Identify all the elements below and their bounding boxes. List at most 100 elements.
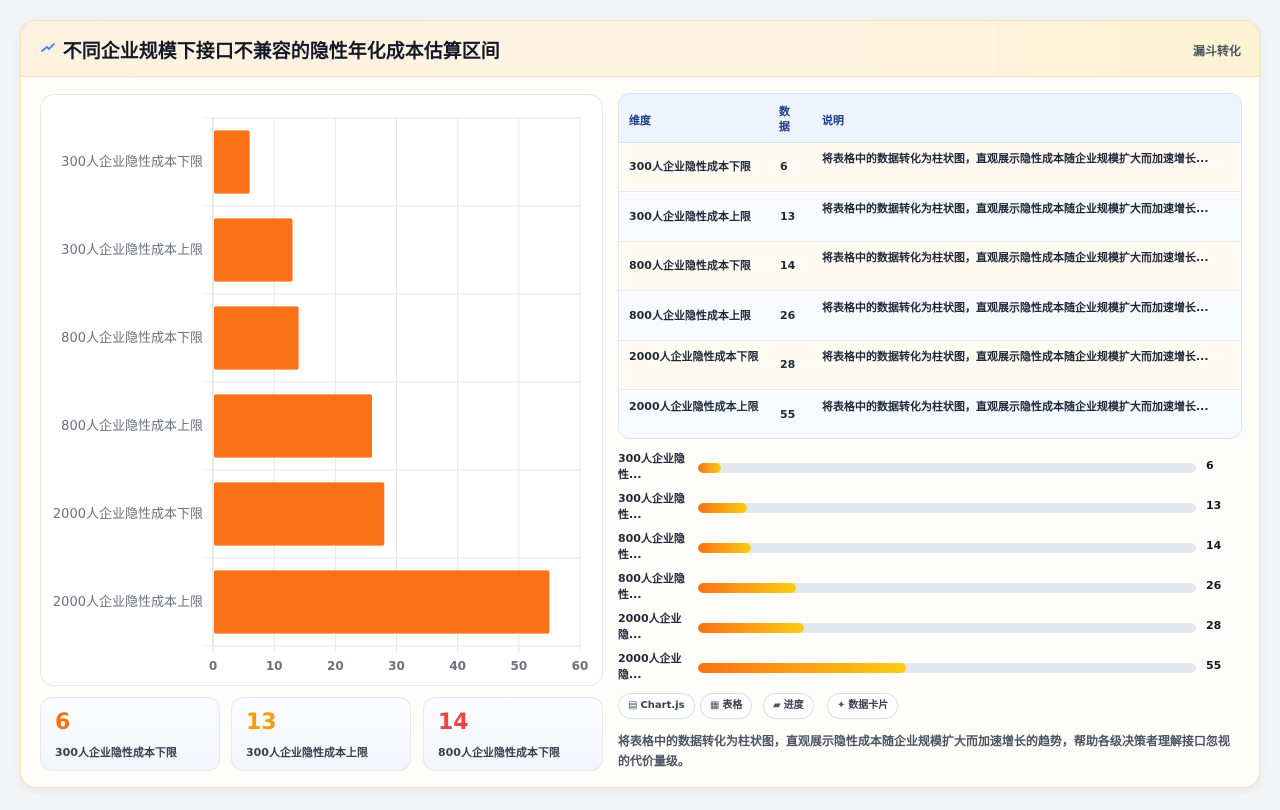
stat-card: 14 800人企业隐性成本下限 (423, 697, 603, 771)
table-cell-description: 将表格中的数据转化为柱状图，直观展示隐性成本随企业规模扩大而加速增长... (822, 350, 1209, 363)
progress-track (698, 583, 1196, 593)
chip-card[interactable]: ✦ 数据卡片 (827, 693, 899, 719)
progress-track (698, 663, 1196, 673)
progress-value: 26 (1206, 579, 1222, 592)
table-cell-data: 14 (780, 259, 796, 272)
chip-chart[interactable]: ▤ Chart.js (618, 693, 695, 719)
table-cell-dimension: 800人企业隐性成本下限 (629, 259, 751, 272)
table-cell-data: 6 (780, 160, 788, 173)
bar (214, 130, 250, 194)
stat-value: 13 (246, 710, 277, 735)
progress-value: 13 (1206, 499, 1222, 512)
progress-fill (698, 503, 748, 513)
x-tick-label: 0 (209, 659, 217, 673)
table-cell-data: 55 (780, 407, 796, 421)
table-cell-description: 将表格中的数据转化为柱状图，直观展示隐性成本随企业规模扩大而加速增长... (822, 251, 1209, 264)
table-cell-data: 26 (780, 308, 796, 322)
progress-row: 300人企业隐性... 13 (618, 491, 1238, 527)
progress-value: 55 (1206, 659, 1222, 672)
dashboard-card: 不同企业规模下接口不兼容的隐性年化成本估算区间 漏斗转化 0 10 20 30 40 50… (20, 20, 1260, 788)
progress-fill (698, 583, 797, 593)
chip-label: 数据卡片 (848, 700, 889, 711)
spark-icon (41, 43, 55, 52)
table-cell-dimension: 2000人企业隐性成本下限 (629, 350, 759, 363)
stat-value: 6 (55, 710, 71, 735)
progress-track (698, 463, 1196, 473)
table-cell-description: 将表格中的数据转化为柱状图，直观展示隐性成本随企业规模扩大而加速增长... (822, 399, 1209, 413)
table-cell-dimension: 800人企业隐性成本上限 (629, 308, 751, 322)
column-header-description: 说明 (822, 114, 844, 127)
table-row: 800人企业隐性成本下限 14 将表格中的数据转化为柱状图，直观展示隐性成本随企业规… (619, 242, 1241, 291)
x-tick-label: 20 (327, 659, 344, 673)
chip-table[interactable]: ▦ 表格 (700, 693, 753, 719)
progress-track (698, 503, 1196, 513)
table-cell-dimension: 300人企业隐性成本上限 (629, 209, 751, 223)
x-tick-label: 30 (388, 659, 405, 673)
table-icon: ▦ (710, 700, 720, 711)
table-row: 800人企业隐性成本上限 26 将表格中的数据转化为柱状图，直观展示隐性成本随企业规… (619, 291, 1241, 341)
bar (214, 482, 385, 546)
chip-progress[interactable]: ▰ 进度 (763, 693, 814, 719)
progress-row: 2000人企业隐... 28 (618, 611, 1238, 647)
table-cell-data: 28 (780, 358, 796, 371)
progress-row: 800人企业隐性... 26 (618, 571, 1238, 607)
progress-fill (698, 543, 751, 553)
chip-label: Chart.js (640, 700, 685, 711)
progress-row: 800人企业隐性... 14 (618, 531, 1238, 567)
bar-chart-svg: 0 10 20 30 40 50 60 300人企业隐性成本下限 300人企业隐性成本上限 800… (53, 117, 589, 673)
chip-label: 进度 (783, 700, 804, 711)
stat-label: 800人企业隐性成本下限 (438, 746, 560, 759)
table-cell-dimension: 2000人企业隐性成本上限 (629, 399, 759, 413)
bar (214, 306, 299, 370)
table-cell-description: 将表格中的数据转化为柱状图，直观展示隐性成本随企业规模扩大而加速增长... (822, 300, 1209, 314)
stat-value: 14 (438, 710, 469, 735)
progress-track (698, 543, 1196, 553)
data-table: 维度 数据 说明 300人企业隐性成本下限 6 将表格中的数据转化为柱状图，直观展示… (618, 93, 1242, 439)
progress-fill (698, 463, 721, 473)
y-category-label: 800人企业隐性成本上限 (61, 418, 203, 434)
header-tag: 漏斗转化 (1192, 44, 1241, 58)
bar (214, 570, 550, 634)
chip-label: 表格 (722, 700, 743, 711)
y-category-label: 300人企业隐性成本上限 (61, 242, 203, 258)
bar (214, 218, 293, 282)
card-icon: ✦ (837, 700, 846, 711)
stat-label: 300人企业隐性成本上限 (246, 746, 368, 759)
stat-card: 6 300人企业隐性成本下限 (40, 697, 220, 771)
y-category-label: 300人企业隐性成本下限 (61, 154, 203, 170)
progress-fill (698, 623, 804, 633)
table-row: 2000人企业隐性成本上限 55 将表格中的数据转化为柱状图，直观展示隐性成本随企业… (619, 390, 1241, 438)
chart-icon: ▤ (628, 700, 638, 711)
x-tick-label: 10 (266, 659, 283, 673)
table-header: 维度 数据 说明 (619, 94, 1241, 143)
progress-label: 2000人企业隐... (618, 652, 682, 681)
page-title: 不同企业规模下接口不兼容的隐性年化成本估算区间 (63, 40, 501, 62)
progress-value: 6 (1206, 459, 1214, 472)
progress-value: 14 (1206, 539, 1222, 552)
progress-row: 2000人企业隐... 55 (618, 651, 1238, 687)
bar (214, 394, 373, 458)
table-cell-dimension: 300人企业隐性成本下限 (629, 160, 751, 173)
bar-chart: 0 10 20 30 40 50 60 300人企业隐性成本下限 300人企业隐性成本上限 800… (40, 94, 603, 686)
table-row: 300人企业隐性成本下限 6 将表格中的数据转化为柱状图，直观展示隐性成本随企业规模… (619, 143, 1241, 192)
progress-row: 300人企业隐性... 6 (618, 451, 1238, 487)
progress-icon: ▰ (773, 700, 781, 711)
progress-label: 800人企业隐性... (618, 572, 685, 601)
stat-label: 300人企业隐性成本下限 (55, 746, 177, 759)
table-cell-description: 将表格中的数据转化为柱状图，直观展示隐性成本随企业规模扩大而加速增长... (822, 152, 1209, 165)
y-category-label: 800人企业隐性成本下限 (61, 330, 203, 346)
y-category-label: 2000人企业隐性成本上限 (53, 594, 203, 610)
progress-label: 2000人企业隐... (618, 612, 682, 641)
table-cell-description: 将表格中的数据转化为柱状图，直观展示隐性成本随企业规模扩大而加速增长... (822, 201, 1209, 215)
y-category-label: 2000人企业隐性成本下限 (53, 506, 203, 522)
column-header-dimension: 维度 (629, 114, 651, 127)
x-tick-label: 40 (449, 659, 466, 673)
progress-value: 28 (1206, 619, 1222, 632)
table-cell-data: 13 (780, 209, 796, 223)
description: 将表格中的数据转化为柱状图，直观展示隐性成本随企业规模扩大而加速增长的趋势，帮助… (618, 734, 1231, 768)
x-tick-label: 60 (572, 659, 589, 673)
column-header-data: 数据 (779, 105, 790, 133)
progress-label: 300人企业隐性... (618, 452, 685, 481)
progress-label: 300人企业隐性... (618, 492, 685, 521)
table-row: 2000人企业隐性成本下限 28 将表格中的数据转化为柱状图，直观展示隐性成本随企业… (619, 341, 1241, 390)
